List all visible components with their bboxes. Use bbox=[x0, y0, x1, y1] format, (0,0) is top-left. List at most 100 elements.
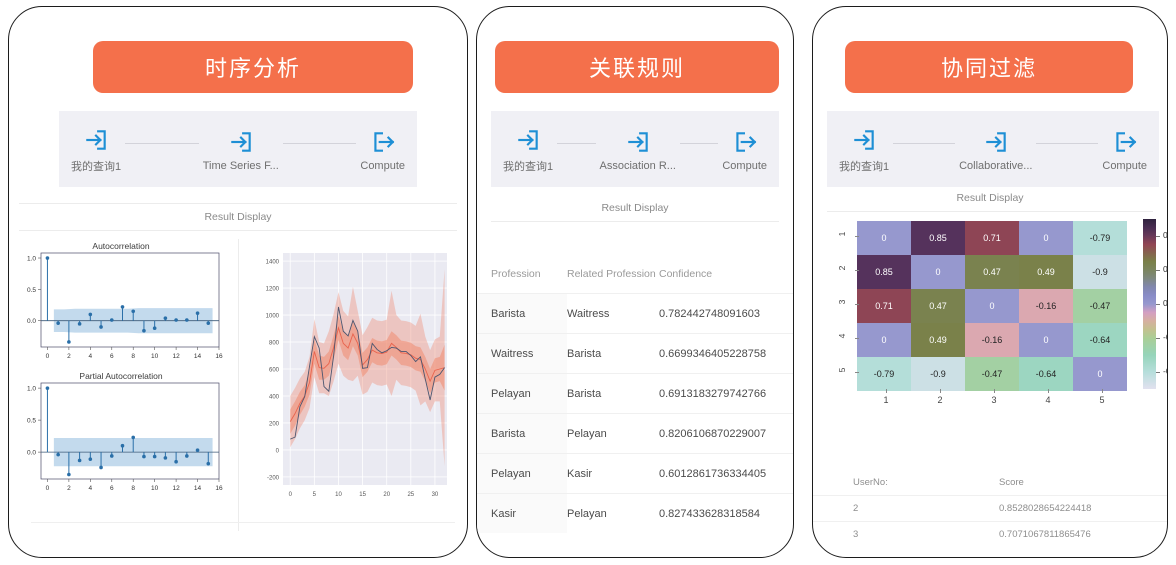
cell-confidence: 0.6012861736334405 bbox=[659, 467, 767, 480]
result-display-label: Result Display bbox=[204, 211, 272, 223]
step-compute[interactable]: Compute bbox=[722, 129, 767, 172]
heatmap-cell: 0 bbox=[1073, 357, 1127, 391]
step-bar-association-rules: 我的查询1 Association R... Compute bbox=[491, 111, 779, 187]
heatmap-cell: 0 bbox=[857, 221, 911, 255]
step-algorithm[interactable]: Association R... bbox=[600, 129, 676, 172]
step-label: 我的查询1 bbox=[503, 160, 554, 173]
cell-confidence: 0.827433628318584 bbox=[659, 507, 760, 520]
colorbar-label: -0.4 bbox=[1163, 332, 1167, 342]
svg-text:1400: 1400 bbox=[266, 260, 280, 266]
heatmap-cell: -0.9 bbox=[911, 357, 965, 391]
step-label: Compute bbox=[1102, 159, 1148, 172]
forecast-column: -200 0 200 400 600 800 1000 1200 1400 0 5 10 15 20 25 3… bbox=[238, 239, 467, 531]
step-label: Association R... bbox=[599, 159, 676, 172]
svg-text:30: 30 bbox=[432, 492, 439, 498]
svg-text:600: 600 bbox=[269, 368, 280, 374]
heatmap-col-label: 3 bbox=[991, 395, 997, 405]
panel-collaborative-filtering: 协同过滤 我的查询1 Collaborative... Compute Resu… bbox=[812, 6, 1168, 558]
heatmap-cell: -0.79 bbox=[857, 357, 911, 391]
cell-related-profession: Pelayan bbox=[567, 427, 607, 440]
step-algorithm[interactable]: Time Series F... bbox=[203, 129, 279, 172]
step-bar-time-series: 我的查询1 Time Series F... Compute bbox=[59, 111, 417, 187]
svg-text:12: 12 bbox=[172, 353, 180, 360]
correlation-heatmap: 0 0.85 0.71 0 -0.79 0.85 0 0.47 0.49 -0.9 0.71 0.47… bbox=[831, 213, 1167, 443]
heatmap-cell: 0.49 bbox=[1019, 255, 1073, 289]
colorbar-tick bbox=[1156, 236, 1160, 237]
panel-title-collaborative-filtering[interactable]: 协同过滤 bbox=[845, 41, 1133, 93]
svg-text:10: 10 bbox=[151, 485, 159, 492]
svg-text:16: 16 bbox=[215, 353, 223, 360]
step-compute[interactable]: Compute bbox=[360, 129, 405, 172]
heatmap-cell: -0.64 bbox=[1019, 357, 1073, 391]
acf-column: 0.0 0.5 1.0 0 2 4 6 8 10 12 14 16 Autocorrelation 0… bbox=[9, 239, 238, 531]
cell-user-no: 2 bbox=[853, 503, 859, 514]
import-icon bbox=[228, 129, 254, 155]
heatmap-grid: 0 0.85 0.71 0 -0.79 0.85 0 0.47 0.49 -0.9 0.71 0.47… bbox=[857, 221, 1127, 391]
heatmap-cell: -0.9 bbox=[1073, 255, 1127, 289]
svg-text:1200: 1200 bbox=[266, 287, 280, 293]
heatmap-col-label: 1 bbox=[883, 395, 889, 405]
import-icon bbox=[851, 127, 877, 153]
column-header: Confidence bbox=[659, 268, 713, 280]
heatmap-cell: -0.47 bbox=[965, 357, 1019, 391]
import-icon bbox=[625, 129, 651, 155]
heatmap-cell: 0 bbox=[1019, 323, 1073, 357]
table-row[interactable]: 2 0.8528028654224418 bbox=[813, 495, 1167, 521]
result-display-label: Result Display bbox=[601, 202, 669, 214]
axis-tick bbox=[1048, 389, 1049, 393]
step-label: 我的查询1 bbox=[71, 160, 122, 173]
time-series-charts: 0.0 0.5 1.0 0 2 4 6 8 10 12 14 16 Autocorrelation 0… bbox=[9, 239, 467, 531]
heatmap-cell: 0.85 bbox=[857, 255, 911, 289]
colorbar-tick bbox=[1156, 338, 1160, 339]
heatmap-row-label: 3 bbox=[837, 299, 847, 305]
table-row[interactable]: Pelayan Barista 0.6913183279742766 bbox=[477, 373, 793, 413]
table-row[interactable]: Kasir Pelayan 0.827433628318584 bbox=[477, 493, 793, 533]
step-my-query[interactable]: 我的查询1 bbox=[71, 127, 121, 174]
step-label: Compute bbox=[360, 159, 406, 172]
heatmap-col-label: 2 bbox=[937, 395, 943, 405]
axis-tick bbox=[855, 270, 859, 271]
svg-text:0: 0 bbox=[46, 353, 50, 360]
cell-profession: Barista bbox=[477, 414, 567, 453]
axis-tick bbox=[855, 236, 859, 237]
forecast-chart: -200 0 200 400 600 800 1000 1200 1400 0 5 10 15 20 25 3… bbox=[253, 243, 453, 511]
step-compute[interactable]: Compute bbox=[1102, 129, 1147, 172]
step-label: Compute bbox=[722, 159, 767, 172]
step-my-query[interactable]: 我的查询1 bbox=[839, 127, 889, 174]
panel-title-time-series[interactable]: 时序分析 bbox=[93, 41, 413, 93]
panel-title-association-rules[interactable]: 关联规则 bbox=[495, 41, 779, 93]
cell-profession: Waitress bbox=[477, 334, 567, 373]
step-connector bbox=[557, 142, 596, 144]
table-row[interactable]: 3 0.7071067811865476 bbox=[813, 521, 1167, 547]
heatmap-cell: 0 bbox=[857, 323, 911, 357]
svg-text:0: 0 bbox=[289, 492, 293, 498]
table-row[interactable]: Pelayan Kasir 0.6012861736334405 bbox=[477, 453, 793, 493]
result-display-band-collaborative-filtering: Result Display bbox=[813, 185, 1167, 212]
cell-profession: Kasir bbox=[477, 494, 567, 533]
step-my-query[interactable]: 我的查询1 bbox=[503, 127, 553, 174]
heatmap-col-label: 4 bbox=[1045, 395, 1051, 405]
heatmap-row-label: 5 bbox=[837, 367, 847, 373]
column-header: Related Profession bbox=[567, 268, 656, 280]
svg-text:800: 800 bbox=[269, 341, 280, 347]
svg-text:0.0: 0.0 bbox=[27, 450, 36, 457]
table-row[interactable]: Waitress Barista 0.6699346405228758 bbox=[477, 333, 793, 373]
svg-text:0.0: 0.0 bbox=[27, 318, 36, 325]
cell-related-profession: Kasir bbox=[567, 467, 593, 480]
partial-autocorrelation-chart: 0.0 0.5 1.0 0 2 4 6 8 10 12 14 16 Partial Autocorre… bbox=[15, 369, 227, 501]
screenshot-root: 时序分析 我的查询1 Time Series F... Compute Resu… bbox=[0, 0, 1176, 565]
table-row[interactable]: Barista Pelayan 0.8206106870229007 bbox=[477, 413, 793, 453]
table-row[interactable]: Barista Waitress 0.782442748091603 bbox=[477, 293, 793, 333]
cell-related-profession: Waitress bbox=[567, 307, 610, 320]
step-algorithm[interactable]: Collaborative... bbox=[959, 129, 1032, 172]
result-display-band-association-rules: Result Display bbox=[477, 195, 793, 222]
svg-text:6: 6 bbox=[110, 353, 114, 360]
heatmap-cell: 0.71 bbox=[857, 289, 911, 323]
import-icon bbox=[515, 127, 541, 153]
step-connector bbox=[679, 142, 719, 144]
export-icon bbox=[370, 129, 396, 155]
svg-text:4: 4 bbox=[89, 353, 93, 360]
cell-confidence: 0.6699346405228758 bbox=[659, 347, 767, 360]
column-header: Profession bbox=[491, 268, 541, 280]
chart-title: Partial Autocorrelation bbox=[79, 371, 163, 381]
